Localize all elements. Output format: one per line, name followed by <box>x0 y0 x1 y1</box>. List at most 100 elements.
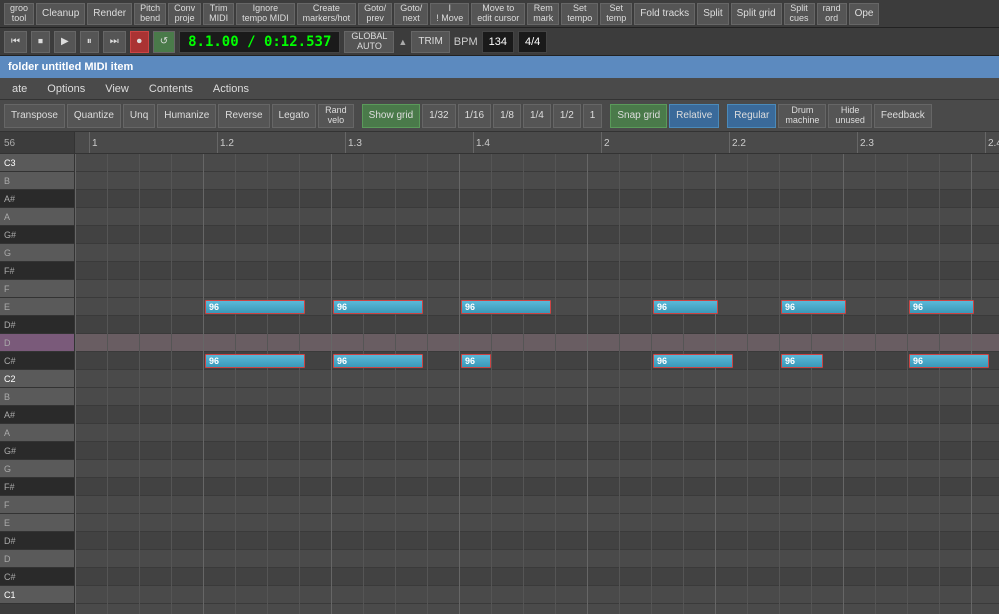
transport-stop-btn[interactable]: ⏹ <box>31 31 50 53</box>
piano-key[interactable]: C# <box>0 352 74 370</box>
set-temp-btn[interactable]: Settemp <box>600 3 632 25</box>
midi-note[interactable]: 96 <box>653 354 733 368</box>
legato-btn[interactable]: Legato <box>272 104 317 128</box>
humanize-btn[interactable]: Humanize <box>157 104 216 128</box>
regular-btn[interactable]: Regular <box>727 104 776 128</box>
render-btn[interactable]: Render <box>87 3 132 25</box>
midi-note[interactable]: 96 <box>909 354 989 368</box>
piano-key[interactable]: C# <box>0 568 74 586</box>
midi-note[interactable]: 96 <box>461 354 491 368</box>
piano-key[interactable]: G# <box>0 442 74 460</box>
piano-key[interactable]: F <box>0 496 74 514</box>
piano-key[interactable]: D# <box>0 316 74 334</box>
loop-btn[interactable]: ↺ <box>153 31 175 53</box>
midi-note[interactable]: 96 <box>781 354 823 368</box>
piano-key[interactable]: D <box>0 550 74 568</box>
midi-note[interactable]: 96 <box>781 300 846 314</box>
bpm-value[interactable]: 134 <box>482 31 514 53</box>
unq-btn[interactable]: Unq <box>123 104 155 128</box>
i-move-btn[interactable]: I! Move <box>430 3 469 25</box>
menu-contents[interactable]: Contents <box>141 79 201 99</box>
group-tool-btn[interactable]: grootool <box>4 3 34 25</box>
global-auto-btn[interactable]: GLOBALAUTO <box>344 31 394 53</box>
move-to-edit-btn[interactable]: Move toedit cursor <box>471 3 525 25</box>
piano-key[interactable]: D# <box>0 532 74 550</box>
grid-1-8-btn[interactable]: 1/8 <box>493 104 521 128</box>
piano-key[interactable]: B <box>0 172 74 190</box>
piano-key[interactable]: C3 <box>0 154 74 172</box>
menu-options[interactable]: Options <box>39 79 93 99</box>
menu-view[interactable]: View <box>97 79 137 99</box>
midi-note[interactable]: 96 <box>333 300 423 314</box>
relative-btn[interactable]: Relative <box>669 104 719 128</box>
grid-1-btn[interactable]: 1 <box>583 104 603 128</box>
conv-proje-btn[interactable]: Convproje <box>168 3 201 25</box>
quantize-btn[interactable]: Quantize <box>67 104 121 128</box>
piano-key[interactable]: F# <box>0 478 74 496</box>
ignore-tempo-btn[interactable]: Ignoretempo MIDI <box>236 3 295 25</box>
midi-note[interactable]: 96 <box>653 300 718 314</box>
reverse-btn[interactable]: Reverse <box>218 104 269 128</box>
pitch-bend-btn[interactable]: Pitchbend <box>134 3 166 25</box>
piano-key[interactable]: G <box>0 460 74 478</box>
midi-note[interactable]: 96 <box>909 300 974 314</box>
transport-end-btn[interactable]: ⏭ <box>103 31 126 53</box>
piano-key-label: F# <box>4 266 15 276</box>
piano-key[interactable]: F# <box>0 262 74 280</box>
goto-prev-btn[interactable]: Goto/prev <box>358 3 392 25</box>
transport-back-btn[interactable]: ⏮ <box>4 31 27 53</box>
midi-note[interactable]: 96 <box>333 354 423 368</box>
midi-note[interactable]: 96 <box>205 300 305 314</box>
piano-key[interactable]: E <box>0 514 74 532</box>
grid-beat-line <box>619 154 620 614</box>
grid-1-2-btn[interactable]: 1/2 <box>553 104 581 128</box>
piano-key[interactable]: F <box>0 280 74 298</box>
piano-key[interactable]: A# <box>0 406 74 424</box>
snap-grid-btn[interactable]: Snap grid <box>610 104 667 128</box>
piano-key[interactable]: B <box>0 388 74 406</box>
hide-unused-btn[interactable]: Hideunused <box>828 104 872 128</box>
grid-1-4-btn[interactable]: 1/4 <box>523 104 551 128</box>
trim-btn[interactable]: TRIM <box>411 31 449 53</box>
ope-btn[interactable]: Ope <box>849 3 880 25</box>
piano-key[interactable]: C1 <box>0 586 74 604</box>
split-cues-btn[interactable]: Splitcues <box>784 3 815 25</box>
piano-key[interactable]: A <box>0 208 74 226</box>
piano-key[interactable]: D <box>0 334 74 352</box>
create-markers-btn[interactable]: Createmarkers/hot <box>297 3 357 25</box>
grid-row <box>75 532 999 550</box>
rem-mark-btn[interactable]: Remmark <box>527 3 559 25</box>
piano-key[interactable]: C2 <box>0 370 74 388</box>
cleanup-btn[interactable]: Cleanup <box>36 3 85 25</box>
transpose-btn[interactable]: Transpose <box>4 104 65 128</box>
split-grid-btn[interactable]: Split grid <box>731 3 782 25</box>
rand-ord-btn[interactable]: randord <box>817 3 847 25</box>
piano-key[interactable]: A <box>0 424 74 442</box>
set-tempo-btn[interactable]: Settempo <box>561 3 598 25</box>
drum-machine-btn[interactable]: Drummachine <box>778 104 826 128</box>
piano-key[interactable]: E <box>0 298 74 316</box>
grid-1-32-btn[interactable]: 1/32 <box>422 104 455 128</box>
trim-midi-btn[interactable]: TrimMIDI <box>203 3 234 25</box>
grid-1-16-btn[interactable]: 1/16 <box>458 104 491 128</box>
menu-actions[interactable]: Actions <box>205 79 257 99</box>
midi-note[interactable]: 96 <box>205 354 305 368</box>
split-btn[interactable]: Split <box>697 3 728 25</box>
goto-next-btn[interactable]: Goto/next <box>394 3 428 25</box>
piano-key[interactable]: G# <box>0 226 74 244</box>
transport-pause-btn[interactable]: ⏸ <box>80 31 99 53</box>
piano-key[interactable]: A# <box>0 190 74 208</box>
grid-area[interactable]: 9696969696969696969696969696 <box>75 154 999 614</box>
show-grid-btn[interactable]: Show grid <box>362 104 420 128</box>
grid-beat-line <box>651 154 652 614</box>
feedback-btn[interactable]: Feedback <box>874 104 932 128</box>
piano-key[interactable]: G <box>0 244 74 262</box>
menu-ate[interactable]: ate <box>4 79 35 99</box>
transport-play-btn[interactable]: ▶ <box>54 31 76 53</box>
fold-tracks-btn[interactable]: Fold tracks <box>634 3 695 25</box>
time-sig-value[interactable]: 4/4 <box>518 31 547 53</box>
record-btn[interactable]: ⏺ <box>130 31 149 53</box>
grid-bar-line <box>203 154 204 614</box>
midi-note[interactable]: 96 <box>461 300 551 314</box>
rand-velo-btn[interactable]: Randvelo <box>318 104 354 128</box>
